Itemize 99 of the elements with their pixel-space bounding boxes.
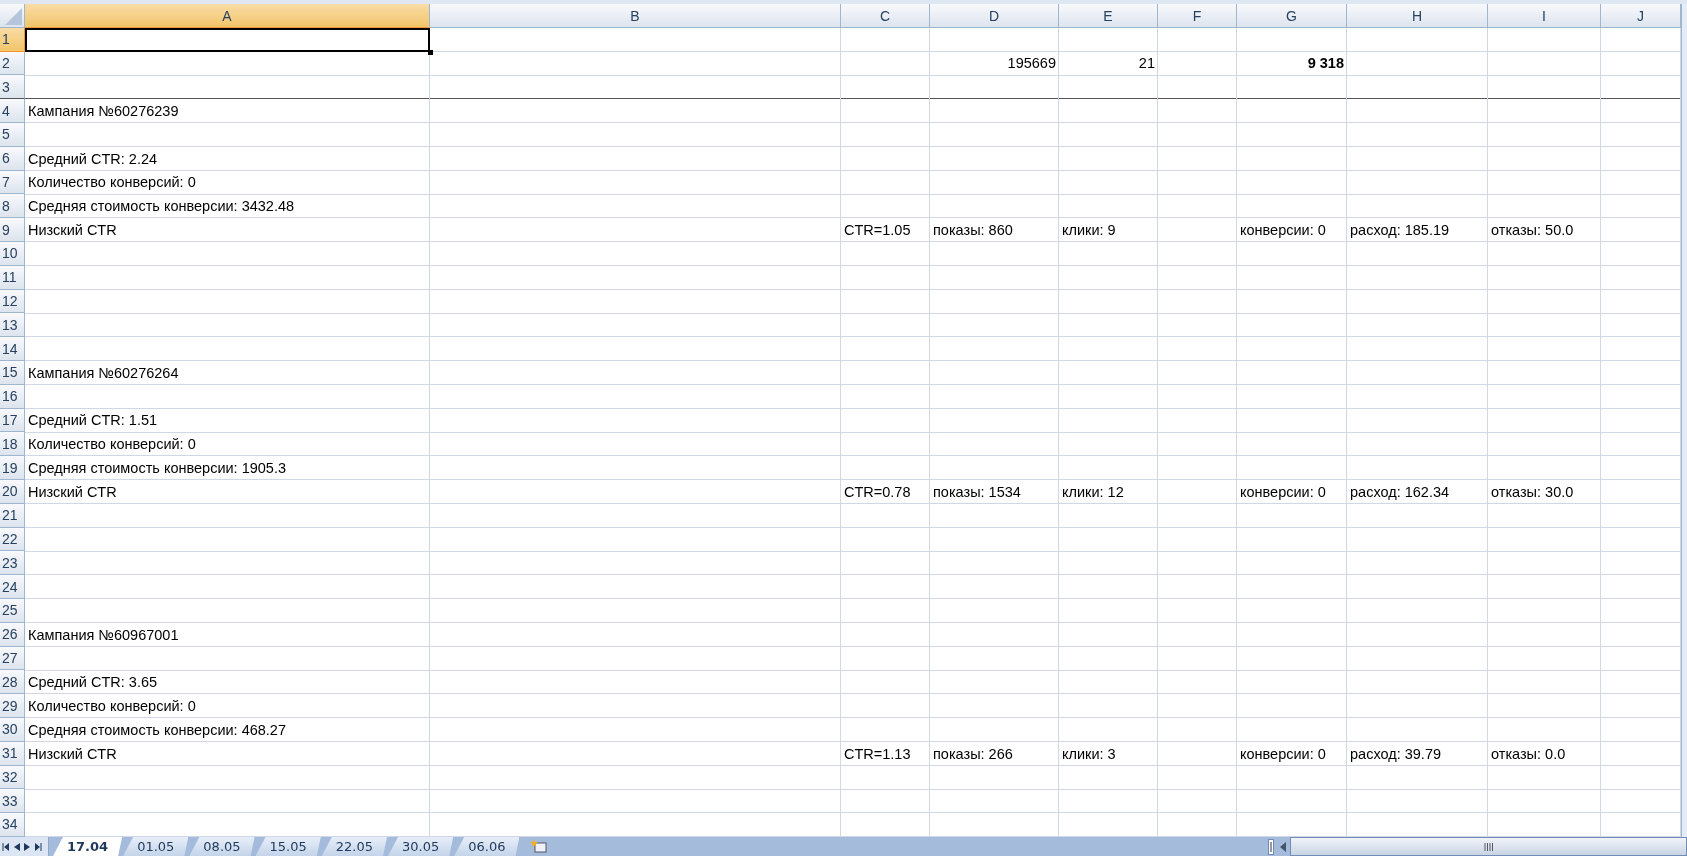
row-header[interactable]: 15: [0, 360, 25, 385]
table-cell: конверсии: 0: [1240, 222, 1326, 239]
table-cell: CTR=1.05: [844, 222, 911, 239]
table-cell: расход: 162.34: [1350, 483, 1450, 500]
column-header[interactable]: C: [841, 4, 930, 28]
row-header[interactable]: 20: [0, 479, 25, 504]
table-cell: показы: 266: [933, 745, 1013, 762]
first-sheet-icon[interactable]: [2, 842, 10, 851]
sheet-tab[interactable]: 08.05: [189, 837, 255, 856]
table-cell: расход: 39.79: [1350, 745, 1441, 762]
table-cell: CTR=0.78: [844, 483, 911, 500]
previous-sheet-icon[interactable]: [14, 842, 20, 851]
row-header[interactable]: 27: [0, 646, 25, 671]
table-cell: конверсии: 0: [1240, 745, 1326, 762]
table-cell: конверсии: 0: [1240, 483, 1326, 500]
row-header[interactable]: 28: [0, 670, 25, 695]
sheet-tab[interactable]: 15.05: [255, 837, 321, 856]
column-header[interactable]: J: [1601, 4, 1681, 28]
table-cell: расход: 185.19: [1350, 222, 1450, 239]
grip-icon: [1484, 842, 1494, 851]
row-header[interactable]: 16: [0, 384, 25, 409]
row-header[interactable]: 24: [0, 575, 25, 599]
sheet-tab[interactable]: 30.05: [388, 837, 454, 856]
scroll-left-icon[interactable]: [1280, 841, 1287, 852]
row-header[interactable]: 32: [0, 765, 25, 790]
split-handle-icon[interactable]: [1268, 838, 1275, 855]
row-header[interactable]: 17: [0, 408, 25, 433]
next-sheet-icon[interactable]: [24, 842, 30, 851]
column-header[interactable]: E: [1059, 4, 1158, 28]
row-header[interactable]: 25: [0, 598, 25, 623]
row-header[interactable]: 5: [0, 123, 25, 147]
insert-sheet-icon[interactable]: [530, 839, 549, 854]
row-header[interactable]: 21: [0, 503, 25, 528]
row-header[interactable]: 7: [0, 170, 25, 195]
table-cell: Количество конверсий: 0: [28, 698, 196, 714]
table-cell: Низский CTR: [28, 483, 117, 500]
row-header[interactable]: 23: [0, 551, 25, 576]
table-cell: Средний CTR: 3.65: [28, 674, 158, 691]
row-header[interactable]: 9: [0, 218, 25, 242]
table-cell: Кампания №60276239: [28, 103, 179, 120]
table-cell: показы: 860: [933, 222, 1013, 239]
row-header[interactable]: 12: [0, 289, 25, 314]
row-header[interactable]: 4: [0, 99, 25, 123]
row-header[interactable]: 8: [0, 194, 25, 219]
row-header[interactable]: 29: [0, 694, 25, 718]
table-cell: клики: 9: [1062, 222, 1116, 239]
table-cell: клики: 3: [1062, 745, 1116, 762]
table-cell: Средняя стоимость конверсии: 1905.3: [28, 460, 286, 477]
row-header[interactable]: 31: [0, 741, 25, 766]
table-cell: Низский CTR: [28, 745, 117, 762]
active-cell[interactable]: [25, 27, 430, 52]
table-cell: Кампания №60967001: [28, 626, 179, 643]
column-header[interactable]: H: [1347, 4, 1488, 28]
table-cell: Низский CTR: [28, 222, 117, 239]
table-cell: Средний CTR: 2.24: [28, 150, 158, 167]
table-cell: отказы: 50.0: [1491, 222, 1574, 239]
row-header[interactable]: 10: [0, 241, 25, 266]
column-header[interactable]: I: [1488, 4, 1601, 28]
table-cell: клики: 12: [1062, 483, 1124, 500]
column-header[interactable]: F: [1158, 4, 1237, 28]
table-cell: Средняя стоимость конверсии: 468.27: [28, 721, 286, 738]
column-header[interactable]: D: [930, 4, 1059, 28]
row-header[interactable]: 2: [0, 51, 25, 76]
table-cell: Средняя стоимость конверсии: 3432.48: [28, 198, 295, 215]
table-cell: отказы: 30.0: [1491, 483, 1574, 500]
table-cell: показы: 1534: [933, 483, 1021, 500]
sheet-tab[interactable]: 01.05: [123, 837, 189, 856]
row-header[interactable]: 11: [0, 265, 25, 290]
table-cell: Кампания №60276264: [28, 364, 179, 381]
row-header[interactable]: 26: [0, 622, 25, 647]
table-cell: 21: [1138, 55, 1155, 72]
table-cell: 195669: [1007, 55, 1056, 72]
table-cell: отказы: 0.0: [1491, 745, 1566, 762]
row-header[interactable]: 18: [0, 432, 25, 457]
column-header[interactable]: B: [430, 4, 841, 28]
sheet-tab[interactable]: 17.04: [53, 837, 123, 856]
row-header[interactable]: 13: [0, 313, 25, 338]
table-cell: Средний CTR: 1.51: [28, 412, 158, 429]
sheet-tab[interactable]: 06.06: [454, 837, 520, 856]
row-header[interactable]: 22: [0, 527, 25, 552]
row-header[interactable]: 3: [0, 75, 25, 100]
row-header[interactable]: 30: [0, 717, 25, 742]
table-cell: 9 318: [1307, 55, 1344, 72]
table-cell: CTR=1.13: [844, 745, 911, 762]
fill-handle[interactable]: [428, 49, 433, 55]
last-sheet-icon[interactable]: [34, 842, 42, 851]
sheet-tab[interactable]: 22.05: [321, 837, 387, 856]
table-cell: Количество конверсий: 0: [28, 436, 196, 453]
row-header[interactable]: 6: [0, 146, 25, 171]
column-header[interactable]: A: [25, 4, 430, 28]
row-header[interactable]: 19: [0, 456, 25, 480]
row-header[interactable]: 33: [0, 789, 25, 814]
column-header[interactable]: G: [1237, 4, 1347, 28]
table-cell: Количество конверсий: 0: [28, 174, 196, 191]
row-header[interactable]: 1: [0, 27, 25, 52]
horizontal-scrollbar[interactable]: [1290, 837, 1687, 856]
row-header[interactable]: 14: [0, 337, 25, 361]
vertical-scrollbar[interactable]: [1681, 4, 1687, 837]
row-header[interactable]: 34: [0, 813, 25, 837]
